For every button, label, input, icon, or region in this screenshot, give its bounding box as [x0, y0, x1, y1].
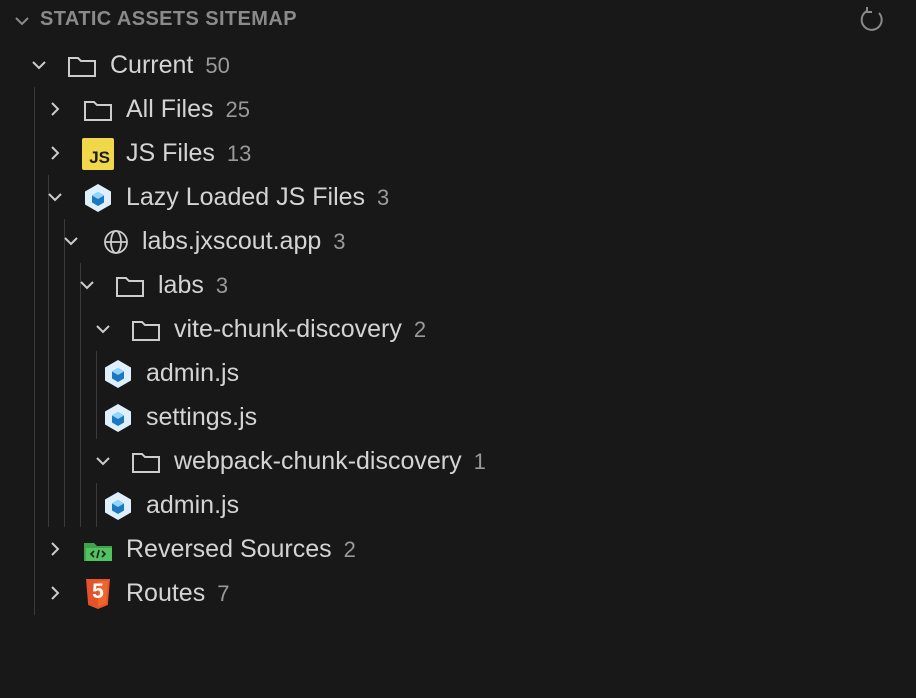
item-count: 3	[333, 229, 346, 254]
tree-item-label: Reversed Sources 2	[126, 535, 356, 564]
item-count: 7	[217, 581, 230, 606]
item-name: Routes	[126, 579, 206, 607]
tree-item-routes[interactable]: 5 Routes 7	[0, 571, 916, 615]
panel-header[interactable]: STATIC ASSETS SITEMAP	[0, 0, 916, 42]
item-name: Current	[110, 51, 194, 79]
webpack-icon	[85, 184, 111, 212]
chevron-right-icon[interactable]	[46, 584, 64, 602]
chevron-right-icon[interactable]	[46, 540, 64, 558]
tree-item-label: JS Files 13	[126, 139, 251, 168]
folder-icon	[132, 453, 160, 473]
js-icon: JS	[82, 138, 114, 170]
file-name: admin.js	[146, 359, 240, 387]
item-name: labs	[158, 271, 204, 299]
webpack-icon	[105, 360, 131, 388]
chevron-down-icon[interactable]	[94, 452, 112, 470]
chevron-down-icon[interactable]	[78, 276, 96, 294]
chevron-right-icon[interactable]	[46, 144, 64, 162]
tree-item-label: Lazy Loaded JS Files 3	[126, 183, 389, 212]
item-name: JS Files	[126, 139, 215, 167]
item-name: vite-chunk-discovery	[174, 315, 402, 343]
item-name: Lazy Loaded JS Files	[126, 183, 366, 211]
tree-item-reversed-sources[interactable]: Reversed Sources 2	[0, 527, 916, 571]
tree-item-domain[interactable]: labs.jxscout.app 3	[0, 219, 916, 263]
tree-item-all-files[interactable]: All Files 25	[0, 87, 916, 131]
item-count: 13	[226, 141, 252, 166]
tree-item-current[interactable]: Current 50	[0, 43, 916, 87]
tree-item-vite-chunk-discovery[interactable]: vite-chunk-discovery 2	[0, 307, 916, 351]
tree-item-label: labs.jxscout.app 3	[142, 227, 346, 256]
tree-item-label: vite-chunk-discovery 2	[174, 315, 426, 344]
item-count: 1	[473, 449, 486, 474]
item-count: 3	[377, 185, 390, 210]
chevron-down-icon[interactable]	[94, 320, 112, 338]
item-count: 3	[215, 273, 229, 298]
tree-item-label: webpack-chunk-discovery 1	[174, 447, 486, 476]
item-count: 25	[225, 97, 250, 122]
item-name: All Files	[126, 95, 214, 123]
chevron-down-icon[interactable]	[14, 13, 30, 29]
folder-icon	[68, 57, 96, 77]
tree-item-file[interactable]: admin.js	[0, 351, 916, 395]
tree-item-js-files[interactable]: JS JS Files 13	[0, 131, 916, 175]
item-name: Reversed Sources	[126, 535, 332, 563]
tree-item-label: Current 50	[110, 51, 230, 80]
tree-item-label: Routes 7	[126, 579, 229, 608]
chevron-down-icon[interactable]	[46, 188, 64, 206]
source-folder-icon	[84, 543, 112, 561]
html5-icon-text: 5	[92, 580, 104, 603]
tree-item-file[interactable]: settings.js	[0, 395, 916, 439]
chevron-down-icon[interactable]	[30, 56, 48, 74]
chevron-right-icon[interactable]	[46, 100, 64, 118]
item-count: 50	[205, 53, 230, 78]
js-icon-text: JS	[89, 148, 110, 167]
panel-title: STATIC ASSETS SITEMAP	[40, 8, 297, 30]
webpack-icon	[105, 404, 131, 432]
item-count: 2	[343, 537, 356, 562]
webpack-icon	[105, 492, 131, 520]
refresh-icon[interactable]	[857, 5, 887, 35]
tree-item-lazy-loaded[interactable]: Lazy Loaded JS Files 3	[0, 175, 916, 219]
tree-item-file[interactable]: admin.js	[0, 483, 916, 527]
folder-icon	[84, 101, 112, 121]
tree-item-label: labs 3	[158, 271, 228, 300]
folder-icon	[116, 277, 144, 297]
globe-icon	[104, 230, 128, 254]
tree-item-labs[interactable]: labs 3	[0, 263, 916, 307]
tree-item-label: All Files 25	[126, 95, 250, 124]
item-name: labs.jxscout.app	[142, 227, 322, 255]
file-name: settings.js	[146, 403, 258, 431]
item-name: webpack-chunk-discovery	[174, 447, 462, 475]
html5-icon: 5	[85, 578, 111, 610]
chevron-down-icon[interactable]	[62, 232, 80, 250]
item-count: 2	[413, 317, 427, 342]
folder-icon	[132, 321, 160, 341]
tree-item-webpack-chunk-discovery[interactable]: webpack-chunk-discovery 1	[0, 439, 916, 483]
file-name: admin.js	[146, 491, 240, 519]
